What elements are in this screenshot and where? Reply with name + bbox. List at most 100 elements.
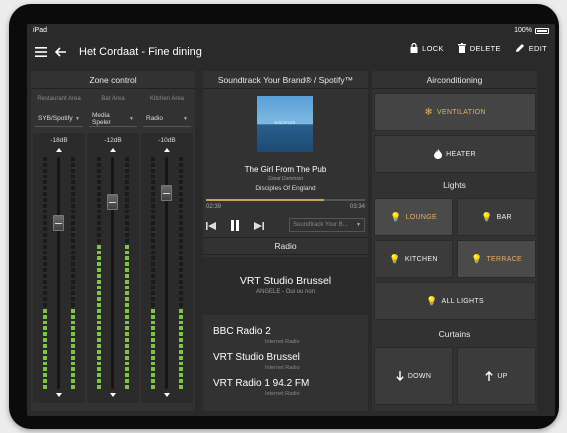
meter-segment [43,256,47,261]
previous-track-icon[interactable] [206,218,216,236]
meter-segment [97,367,101,372]
radio-now-playing[interactable]: VRT Studio Brussel ANGELE - Oui ou non [203,257,368,315]
pause-icon[interactable] [230,218,240,236]
lock-label: LOCK [422,43,444,53]
fader-knob[interactable] [161,185,172,202]
meter-segment [43,384,47,389]
lock-button[interactable]: LOCK [410,43,444,53]
player-source-value: Soundtrack Your B... [293,222,348,228]
status-bar: iPad 100% [27,24,555,38]
zone-source-value: SYB/Spotify [38,115,73,122]
meter-segment [97,203,101,208]
delete-button[interactable]: DELETE [457,43,501,53]
meter-segment [125,314,129,319]
light-lounge-button[interactable]: 💡 LOUNGE [374,198,453,236]
edit-button[interactable]: EDIT [515,43,547,53]
meter-segment [97,273,101,278]
volume-down-arrow-icon[interactable] [56,393,62,397]
volume-up-arrow-icon[interactable] [164,148,170,152]
meter-segment [97,157,101,161]
top-navbar: Het Cordaat - Fine dining LOCK DELETE ED… [27,38,555,66]
meter-segment [97,303,101,307]
volume-down-arrow-icon[interactable] [164,393,170,397]
curtains-down-button[interactable]: DOWN [374,347,453,405]
next-track-icon[interactable] [254,218,264,236]
meter-segment [97,268,101,272]
meter-segment [179,262,183,267]
level-meter-right [179,157,183,389]
level-meter-right [125,157,129,389]
meter-segment [179,209,183,214]
player-source-select[interactable]: Soundtrack Your B... ▼ [289,218,365,232]
radio-station-item[interactable]: BBC Radio 2 Internet Radio [203,323,368,349]
meter-segment [97,215,101,220]
volume-up-arrow-icon[interactable] [56,148,62,152]
meter-segment [179,338,183,342]
meter-segment [97,355,101,360]
menu-icon[interactable] [33,44,49,60]
meter-segment [179,256,183,261]
meter-segment [151,297,155,302]
meter-segment [151,180,155,185]
fader-track[interactable] [57,157,60,389]
media-panel: Soundtrack Your Brand® / Spotify™ DISCIP… [203,71,368,411]
curtains-up-button[interactable]: UP [457,347,536,405]
meter-segment [151,244,155,249]
meter-segment [151,367,155,372]
back-arrow-icon[interactable] [53,44,69,60]
meter-segment [97,180,101,185]
meter-segment [179,332,183,337]
heater-button[interactable]: HEATER [374,135,536,173]
meter-segment [151,279,155,284]
track-progress-bar[interactable] [206,199,365,201]
meter-segment [151,157,155,161]
meter-segment [71,162,75,167]
fader-knob[interactable] [107,193,118,210]
zone-source-select[interactable]: Media Speler ▼ [89,111,137,127]
meter-segment [71,338,75,342]
bulb-icon: 💡 [481,211,493,222]
meter-segment [125,157,129,161]
light-bar-button[interactable]: 💡 BAR [457,198,536,236]
meter-segment [151,262,155,267]
meter-segment [179,326,183,331]
meter-segment [97,238,101,243]
meter-segment [151,320,155,325]
meter-segment [97,250,101,255]
radio-title: Radio [203,237,368,255]
meter-segment [43,297,47,302]
meter-segment [71,379,75,383]
light-terrace-button[interactable]: 💡 TERRACE [457,240,536,278]
zone-source-value: Media Speler [92,111,111,126]
radio-station-item[interactable]: VRT Studio Brussel Internet Radio [203,349,368,375]
meter-segment [151,221,155,226]
fader-knob[interactable] [53,215,64,232]
light-kitchen-button[interactable]: 💡 KITCHEN [374,240,453,278]
zone-source-select[interactable]: SYB/Spotify ▼ [35,111,83,127]
meter-segment [43,186,47,191]
fader-track[interactable] [111,157,114,389]
meter-segment [43,227,47,231]
meter-segment [43,250,47,255]
zone-area-label: Kitchen Area [149,96,185,103]
light-lounge-label: LOUNGE [405,213,437,221]
all-lights-button[interactable]: 💡 ALL LIGHTS [374,282,536,320]
ventilation-button[interactable]: ❄ VENTILATION [374,93,536,131]
meter-segment [97,349,101,354]
meter-segment [71,291,75,296]
meter-segment [125,268,129,272]
snowflake-icon: ❄ [424,106,433,118]
volume-up-arrow-icon[interactable] [110,148,116,152]
spotify-title: Soundtrack Your Brand® / Spotify™ [203,71,368,89]
meter-segment [179,197,183,202]
meter-segment [125,227,129,231]
station-type: Internet Radio [265,339,300,345]
volume-down-arrow-icon[interactable] [110,393,116,397]
lights-title: Lights [443,180,466,190]
meter-segment [71,157,75,161]
flame-icon [434,149,443,159]
radio-station-item[interactable]: VRT Radio 1 94.2 FM Internet Radio [203,375,368,401]
track-title: The Girl From The Pub [244,165,327,174]
zone-source-select[interactable]: Radio ▼ [143,111,191,127]
meter-segment [97,221,101,226]
